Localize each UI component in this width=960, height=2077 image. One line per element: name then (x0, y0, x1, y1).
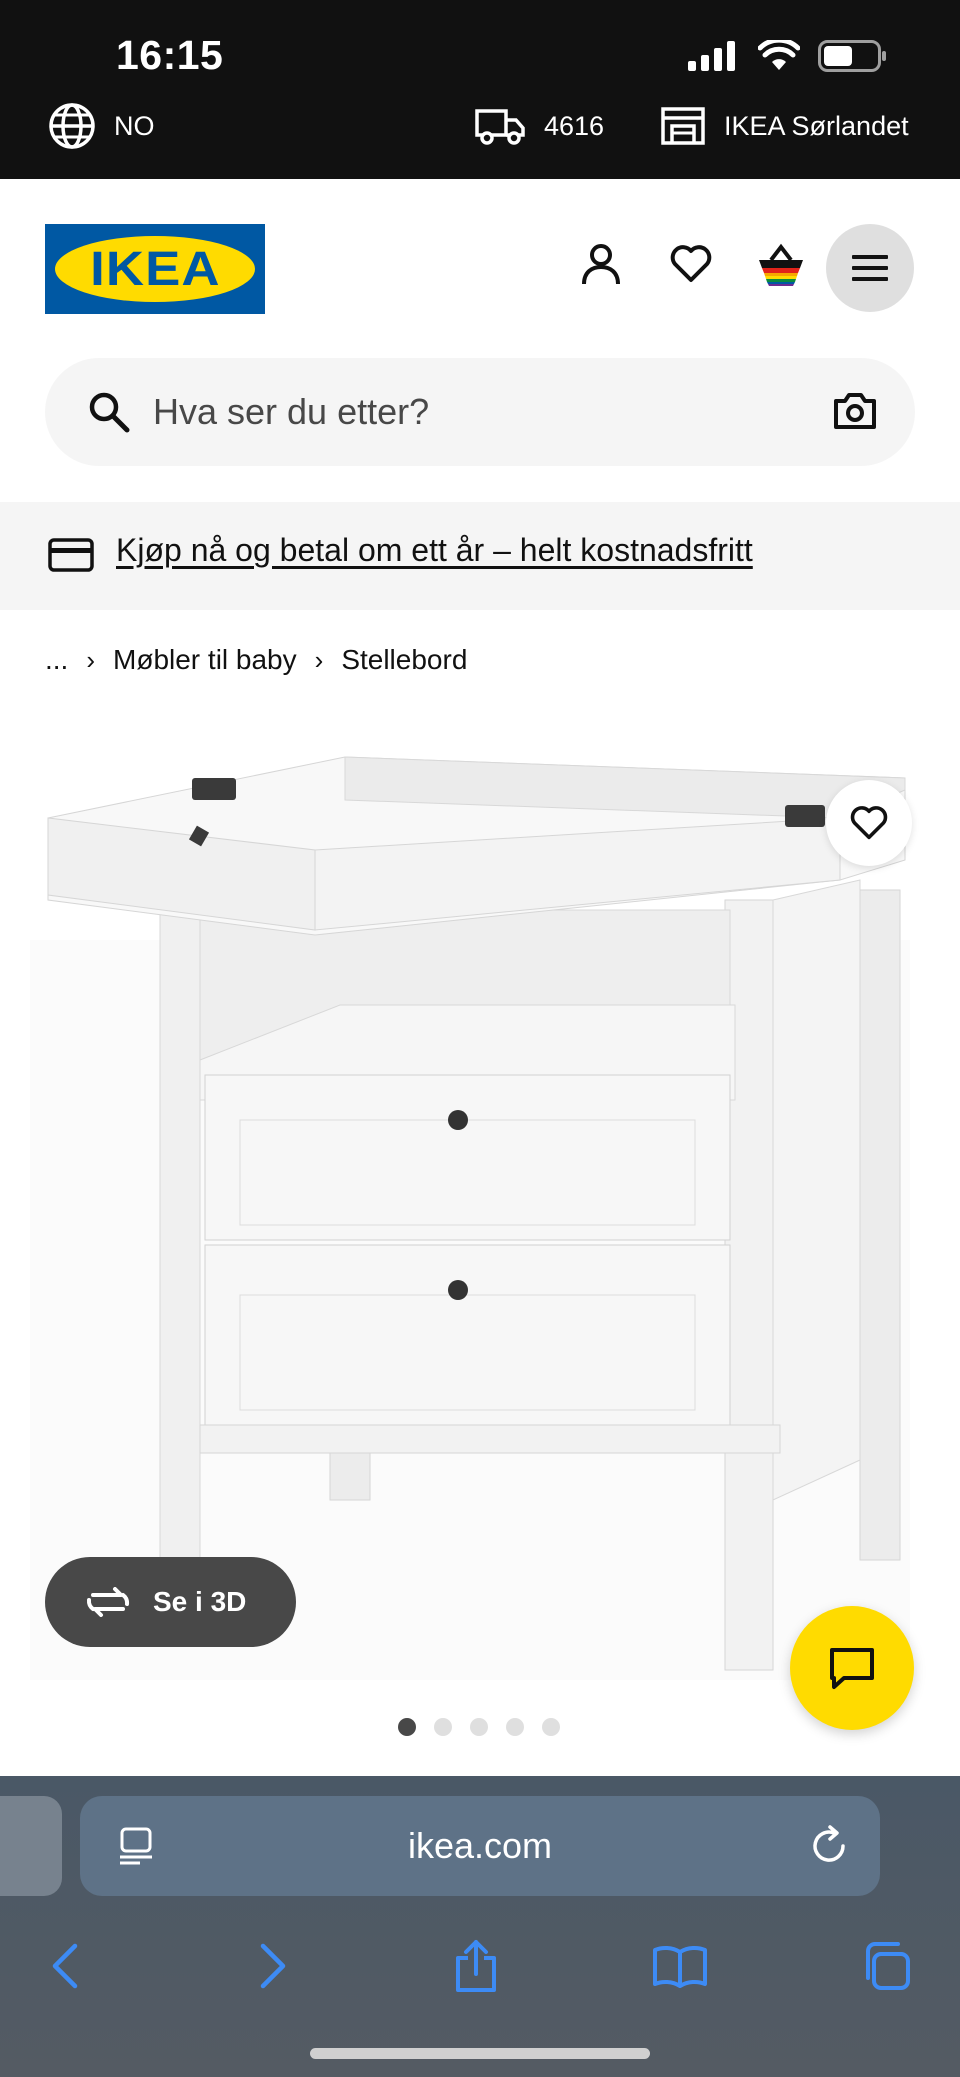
status-time: 16:15 (116, 32, 224, 78)
store-icon (661, 107, 705, 145)
rotate-3d-icon (87, 1587, 129, 1617)
browser-nav-row (0, 1926, 960, 2006)
basket-icon (759, 243, 803, 286)
camera-icon[interactable] (833, 392, 877, 430)
address-bar[interactable]: ikea.com (80, 1796, 880, 1896)
home-indicator (310, 2048, 650, 2059)
account-button[interactable] (566, 229, 636, 299)
truck-icon (475, 109, 525, 145)
postcode-selector[interactable]: 4616 (474, 100, 604, 152)
chevron-right-icon: › (86, 644, 96, 675)
utility-row: NO 4616 IKEA Sørlandet (0, 100, 960, 152)
reload-icon[interactable] (810, 1824, 850, 1868)
signal-icon (688, 41, 735, 71)
cart-button[interactable] (746, 229, 816, 299)
menu-button[interactable] (826, 224, 914, 312)
globe-icon (49, 103, 95, 149)
logo-text: IKEA (89, 242, 221, 296)
chat-button[interactable] (790, 1606, 914, 1730)
view-in-3d-label: Se i 3D (153, 1586, 247, 1617)
tabs-button[interactable] (846, 1926, 926, 2006)
search-icon (89, 392, 130, 433)
reader-mode-icon[interactable] (118, 1826, 154, 1866)
share-icon (456, 1940, 496, 1992)
battery-icon (818, 40, 886, 72)
language-selector[interactable]: NO (48, 100, 155, 152)
bookmarks-button[interactable] (640, 1926, 720, 2006)
site-header: IKEA (0, 179, 960, 349)
heart-icon (670, 245, 712, 282)
heart-icon (850, 806, 888, 840)
wishlist-button[interactable] (656, 229, 726, 299)
view-in-3d-button[interactable]: Se i 3D (45, 1557, 296, 1647)
url-text: ikea.com (407, 1825, 553, 1866)
carousel-dot[interactable] (506, 1718, 524, 1736)
breadcrumb: ... › Møbler til baby › Stellebord (45, 640, 467, 680)
hamburger-icon (852, 255, 888, 281)
store-label: IKEA Sørlandet (724, 110, 909, 141)
top-bar: 16:15 NO 4616 IKEA Sørlandet (0, 0, 960, 179)
chevron-right-icon: › (314, 644, 324, 675)
breadcrumb-item-baby-furniture[interactable]: Møbler til baby (113, 644, 297, 676)
forward-button[interactable] (234, 1926, 314, 2006)
previous-tab-preview[interactable] (0, 1796, 62, 1896)
account-icon (582, 244, 620, 285)
search-bar[interactable] (45, 358, 915, 466)
store-selector[interactable]: IKEA Sørlandet (660, 100, 909, 152)
chevron-right-icon (260, 1943, 286, 1989)
postcode-label: 4616 (544, 110, 605, 141)
promo-banner: Kjøp nå og betal om ett år – helt kostna… (0, 502, 960, 610)
carousel-dot[interactable] (470, 1718, 488, 1736)
search-input[interactable] (153, 358, 803, 466)
share-button[interactable] (436, 1926, 516, 2006)
carousel-dot[interactable] (542, 1718, 560, 1736)
wifi-icon (758, 40, 800, 70)
status-icons (688, 40, 888, 72)
breadcrumb-ellipsis[interactable]: ... (45, 644, 68, 676)
carousel-dot[interactable] (398, 1718, 416, 1736)
image-carousel-dots (398, 1718, 560, 1736)
credit-card-icon (48, 538, 94, 572)
book-icon (653, 1945, 707, 1988)
language-label: NO (114, 110, 155, 141)
breadcrumb-item-changing-table[interactable]: Stellebord (341, 644, 467, 676)
ikea-logo[interactable]: IKEA (45, 224, 265, 314)
carousel-dot[interactable] (434, 1718, 452, 1736)
back-button[interactable] (24, 1926, 104, 2006)
chevron-left-icon (52, 1943, 78, 1989)
promo-link[interactable]: Kjøp nå og betal om ett år – helt kostna… (116, 532, 753, 569)
tabs-icon (866, 1942, 910, 1990)
add-to-wishlist-button[interactable] (826, 780, 912, 866)
chat-icon (830, 1648, 874, 1689)
browser-toolbar: ikea.com (0, 1776, 960, 2077)
